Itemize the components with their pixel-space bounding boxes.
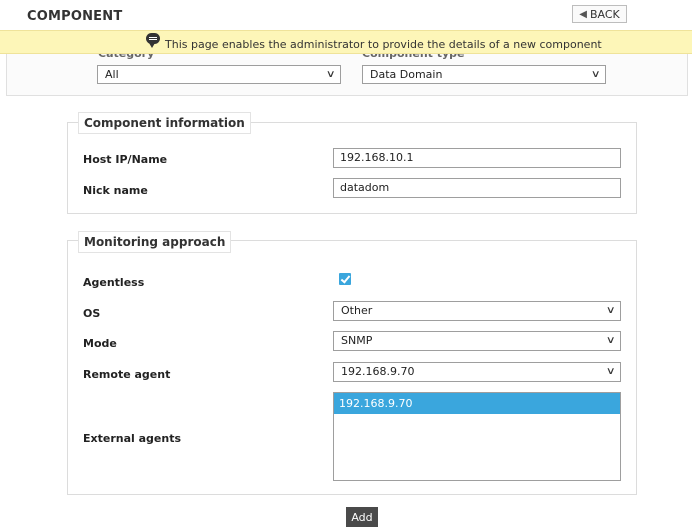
component-type-select-value: Data Domain — [370, 68, 443, 81]
component-type-select[interactable]: Data Domain ∨ — [362, 65, 606, 84]
chevron-down-icon: ∨ — [590, 69, 601, 80]
category-select[interactable]: All ∨ — [97, 65, 341, 84]
monitoring-approach-legend: Monitoring approach — [78, 231, 232, 253]
remote-agent-label: Remote agent — [83, 368, 171, 381]
component-information-panel — [67, 122, 637, 214]
category-select-value: All — [105, 68, 119, 81]
external-agents-listbox[interactable]: 192.168.9.70 — [333, 392, 621, 481]
page-title: COMPONENT — [27, 9, 123, 24]
mode-select-value: SNMP — [341, 334, 373, 347]
os-select-value: Other — [341, 304, 373, 317]
back-arrow-icon: ◀ — [579, 8, 587, 20]
back-button-label: BACK — [589, 7, 620, 21]
info-banner-text: This page enables the administrator to p… — [165, 38, 602, 51]
mode-label: Mode — [83, 337, 117, 350]
os-select[interactable]: Other ∨ — [333, 301, 621, 321]
remote-agent-select[interactable]: 192.168.9.70 ∨ — [333, 362, 621, 382]
external-agent-option[interactable]: 192.168.9.70 — [334, 393, 620, 414]
back-button[interactable]: ◀ BACK — [572, 5, 627, 23]
nick-name-label: Nick name — [83, 184, 148, 197]
chevron-down-icon: ∨ — [605, 366, 616, 377]
agentless-checkbox[interactable] — [339, 273, 351, 285]
mode-select[interactable]: SNMP ∨ — [333, 331, 621, 351]
chevron-down-icon: ∨ — [605, 335, 616, 346]
component-information-legend: Component information — [78, 112, 251, 134]
chevron-down-icon: ∨ — [605, 305, 616, 316]
host-label: Host IP/Name — [83, 153, 168, 166]
nick-name-input[interactable]: datadom — [333, 178, 621, 198]
external-agents-label: External agents — [83, 432, 182, 445]
info-banner: This page enables the administrator to p… — [0, 30, 692, 54]
chevron-down-icon: ∨ — [325, 69, 336, 80]
host-input[interactable]: 192.168.10.1 — [333, 148, 621, 168]
speech-bubble-icon — [146, 33, 160, 48]
add-button[interactable]: Add — [346, 507, 378, 527]
os-label: OS — [83, 307, 101, 320]
remote-agent-select-value: 192.168.9.70 — [341, 365, 415, 378]
agentless-label: Agentless — [83, 276, 145, 289]
